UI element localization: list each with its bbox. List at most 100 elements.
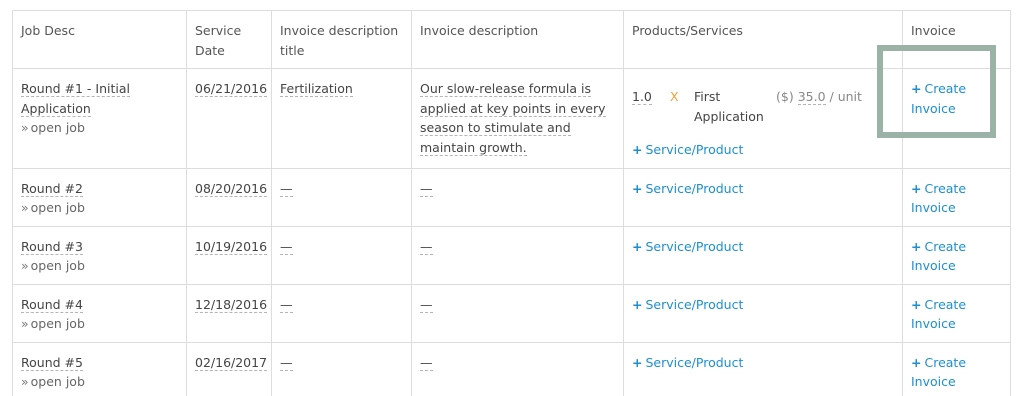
create-invoice-button[interactable]: + Create Invoice	[911, 179, 1002, 218]
service-date[interactable]: 02/16/2017	[195, 354, 268, 371]
header-row: Job Desc Service Date Invoice descriptio…	[12, 10, 1011, 69]
plus-icon: +	[911, 81, 922, 96]
plus-icon: +	[632, 180, 643, 196]
open-job-label: open job	[30, 120, 85, 135]
service-date[interactable]: 12/18/2016	[195, 296, 268, 313]
plus-icon: +	[911, 238, 922, 254]
add-service-product-button[interactable]: + Service/Product	[632, 140, 743, 160]
invoice-cell: + Create Invoice	[902, 68, 1011, 169]
double-chevron-right-icon: »	[21, 316, 29, 331]
service-date[interactable]: 06/21/2016	[195, 81, 268, 97]
invoice-description[interactable]: —	[420, 181, 433, 197]
header-job-desc: Job Desc	[12, 10, 187, 69]
table-row: Round #2 » open job 08/20/2016 — — + Servi…	[12, 167, 1011, 227]
service-date[interactable]: 08/20/2016	[195, 180, 268, 197]
create-invoice-button[interactable]: + Create Invoice	[911, 237, 1002, 276]
job-desc[interactable]: Round #1 - Initial Application	[21, 81, 130, 117]
invoice-title[interactable]: —	[280, 297, 293, 313]
table-row: Round #5 » open job 02/16/2017 — — + Servi…	[12, 341, 1011, 396]
products-cell: + Service/Product	[623, 225, 903, 285]
add-service-product-label: Service/Product	[645, 296, 744, 312]
invoice-cell: + Create Invoice	[902, 225, 1011, 285]
price-amount[interactable]: 35.0	[797, 89, 826, 105]
open-job-link[interactable]: » open job	[21, 314, 178, 334]
header-invoice-description: Invoice description	[411, 10, 624, 69]
plus-icon: +	[632, 354, 643, 370]
add-service-product-button[interactable]: + Service/Product	[632, 297, 743, 312]
open-job-label: open job	[30, 374, 85, 389]
service-date-cell: 06/21/2016	[186, 68, 272, 169]
open-job-link[interactable]: » open job	[21, 198, 178, 218]
job-desc[interactable]: Round #4	[21, 296, 83, 313]
products-cell: 1.0 X First Application ($) 35.0 / unit …	[623, 68, 903, 169]
table-row: Round #4 » open job 12/18/2016 — — + Servi…	[12, 283, 1011, 343]
invoice-title[interactable]: Fertilization	[280, 81, 353, 97]
open-job-link[interactable]: » open job	[21, 256, 178, 276]
price-currency: ($)	[776, 89, 794, 104]
open-job-label: open job	[30, 316, 85, 331]
create-invoice-button[interactable]: + Create Invoice	[911, 353, 1002, 392]
invoice-cell: + Create Invoice	[902, 341, 1011, 396]
table-row: Round #1 - Initial Application » open job…	[12, 68, 1011, 169]
jobs-table: Job Desc Service Date Invoice descriptio…	[12, 10, 1011, 396]
job-desc[interactable]: Round #3	[21, 238, 83, 255]
plus-icon: +	[632, 296, 643, 312]
invoice-description-cell: —	[411, 167, 624, 227]
products-cell: + Service/Product	[623, 341, 903, 396]
times-icon: X	[670, 89, 679, 104]
add-service-product-button[interactable]: + Service/Product	[632, 239, 743, 254]
open-job-label: open job	[30, 258, 85, 273]
invoice-title-cell: —	[271, 283, 412, 343]
plus-icon: +	[632, 238, 643, 254]
open-job-link[interactable]: » open job	[21, 372, 178, 392]
job-desc[interactable]: Round #5	[21, 354, 83, 371]
job-desc-cell: Round #4 » open job	[12, 283, 187, 343]
invoice-description[interactable]: —	[420, 239, 433, 255]
create-invoice-button[interactable]: + Create Invoice	[911, 295, 1002, 334]
service-date-cell: 10/19/2016	[186, 225, 272, 285]
double-chevron-right-icon: »	[21, 258, 29, 273]
open-job-link[interactable]: » open job	[21, 118, 178, 138]
invoice-title-cell: Fertilization	[271, 68, 412, 169]
job-desc-cell: Round #3 » open job	[12, 225, 187, 285]
invoice-title[interactable]: —	[280, 355, 293, 371]
add-service-product-label: Service/Product	[645, 238, 744, 254]
service-date-cell: 02/16/2017	[186, 341, 272, 396]
service-date-cell: 12/18/2016	[186, 283, 272, 343]
product-quantity[interactable]: 1.0	[632, 89, 652, 105]
header-invoice-description-title: Invoice description title	[271, 10, 412, 69]
header-service-date: Service Date	[186, 10, 272, 69]
add-service-product-button[interactable]: + Service/Product	[632, 181, 743, 196]
invoice-title[interactable]: —	[280, 181, 293, 197]
invoice-title-cell: —	[271, 167, 412, 227]
double-chevron-right-icon: »	[21, 200, 29, 215]
invoice-title[interactable]: —	[280, 239, 293, 255]
job-desc-cell: Round #1 - Initial Application » open job	[12, 68, 187, 169]
invoice-cell: + Create Invoice	[902, 167, 1011, 227]
add-service-product-button[interactable]: + Service/Product	[632, 355, 743, 370]
job-desc-cell: Round #5 » open job	[12, 341, 187, 396]
invoice-description-cell: —	[411, 225, 624, 285]
job-desc[interactable]: Round #2	[21, 180, 83, 197]
open-job-label: open job	[30, 200, 85, 215]
invoice-description[interactable]: —	[420, 297, 433, 313]
invoice-cell: + Create Invoice	[902, 283, 1011, 343]
product-name: First Application	[694, 89, 764, 124]
header-invoice: Invoice	[902, 10, 1011, 69]
plus-icon: +	[911, 296, 922, 312]
service-date-cell: 08/20/2016	[186, 167, 272, 227]
job-desc-cell: Round #2 » open job	[12, 167, 187, 227]
add-service-product-label: Service/Product	[645, 354, 744, 370]
invoice-description-cell: —	[411, 283, 624, 343]
service-date[interactable]: 10/19/2016	[195, 238, 268, 255]
create-invoice-button[interactable]: + Create Invoice	[911, 79, 1002, 118]
add-service-product-label: Service/Product	[645, 180, 744, 196]
double-chevron-right-icon: »	[21, 374, 29, 389]
invoice-description[interactable]: —	[420, 355, 433, 371]
double-chevron-right-icon: »	[21, 120, 29, 135]
add-service-product-label: Service/Product	[645, 142, 744, 157]
invoice-description[interactable]: Our slow-release formula is applied at k…	[420, 81, 606, 156]
invoice-title-cell: —	[271, 341, 412, 396]
products-cell: + Service/Product	[623, 283, 903, 343]
plus-icon: +	[911, 354, 922, 370]
